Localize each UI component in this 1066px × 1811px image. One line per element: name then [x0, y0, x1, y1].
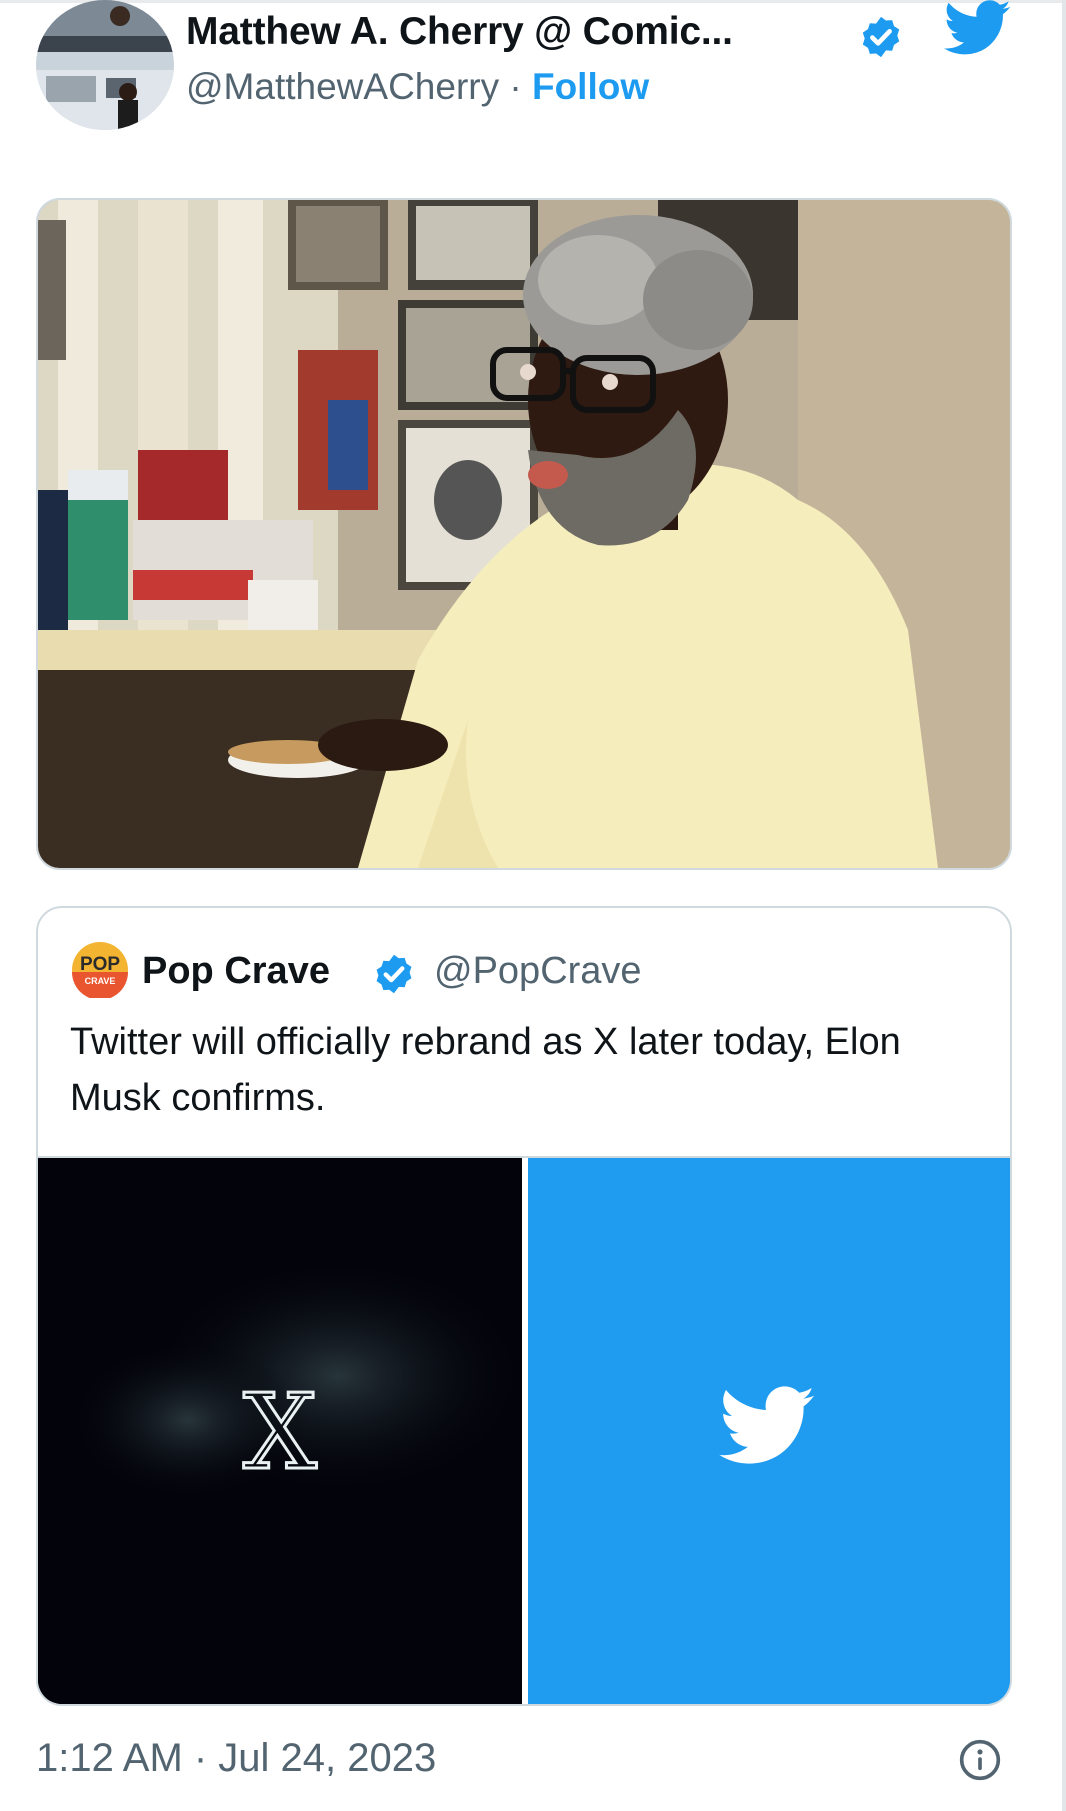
- quoted-author-handle[interactable]: @PopCrave: [434, 950, 642, 993]
- quoted-tweet-card[interactable]: POP CRAVE Pop Crave @PopCrave Twitter wi…: [36, 906, 1012, 1706]
- info-icon[interactable]: [958, 1738, 1002, 1782]
- top-divider: [0, 0, 1066, 3]
- verified-badge-icon: [858, 14, 904, 60]
- tweet-photo[interactable]: [36, 198, 1012, 870]
- quoted-media-x-logo[interactable]: X: [38, 1158, 522, 1704]
- pop-crave-logo-subtext: CRAVE: [85, 976, 116, 986]
- quoted-author-avatar[interactable]: POP CRAVE: [72, 942, 128, 1000]
- author-handle-row: @MatthewACherry · Follow: [186, 66, 649, 108]
- twitter-bird-icon[interactable]: [943, 0, 1012, 56]
- quoted-media-twitter-logo[interactable]: [528, 1158, 1010, 1704]
- follow-button[interactable]: Follow: [532, 66, 649, 107]
- author-avatar[interactable]: [36, 0, 174, 130]
- verified-badge-icon: [372, 952, 416, 996]
- right-edge-divider: [1062, 0, 1066, 1811]
- x-logo-icon: X: [243, 1371, 317, 1493]
- tweet-timestamp[interactable]: 1:12 AM · Jul 24, 2023: [36, 1736, 436, 1781]
- handle-separator: ·: [509, 66, 522, 107]
- quoted-tweet-text: Twitter will officially rebrand as X lat…: [70, 1021, 901, 1119]
- quoted-author-display-name[interactable]: Pop Crave: [142, 950, 330, 993]
- author-handle[interactable]: @MatthewACherry: [186, 66, 499, 107]
- pop-crave-logo-text: POP: [80, 954, 120, 975]
- author-display-name[interactable]: Matthew A. Cherry @ Comic...: [186, 10, 733, 54]
